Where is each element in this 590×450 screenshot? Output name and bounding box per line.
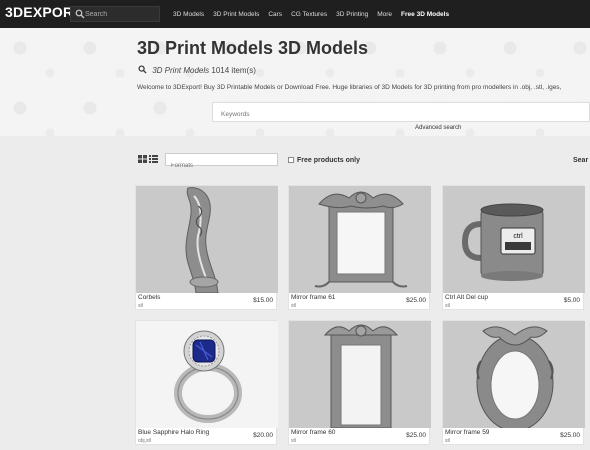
nav-3d-printing[interactable]: 3D Printing xyxy=(336,11,368,18)
free-products-checkbox[interactable] xyxy=(288,157,294,163)
hero-banner: 3D Print Models 3D Models 3D Print Model… xyxy=(0,28,590,136)
product-name[interactable]: Mirror frame 59 xyxy=(445,429,489,436)
keywords-input[interactable] xyxy=(213,105,589,124)
product-format: stl xyxy=(138,303,143,309)
product-name[interactable]: Corbels xyxy=(138,294,160,301)
item-count: 1014 item(s) xyxy=(211,66,256,75)
free-products-label: Free products only xyxy=(297,157,361,164)
search-input[interactable] xyxy=(85,8,157,20)
product-thumbnail[interactable]: ctrl xyxy=(443,186,585,293)
search-icon xyxy=(75,9,85,19)
ring-icon xyxy=(136,321,278,428)
magnifier-icon xyxy=(138,65,147,74)
nav-3d-models[interactable]: 3D Models xyxy=(173,11,204,18)
intro-text: Welcome to 3DExport! Buy 3D Printable Mo… xyxy=(137,84,562,91)
product-card[interactable]: ctrl Ctrl Alt Del cup stl $5.00 xyxy=(442,185,585,310)
nav-more[interactable]: More xyxy=(377,11,392,18)
mug-icon: ctrl xyxy=(443,186,585,293)
product-thumbnail[interactable] xyxy=(289,186,431,293)
nav-free-3d-models[interactable]: Free 3D Models xyxy=(401,11,449,18)
product-name[interactable]: Mirror frame 61 xyxy=(291,294,335,301)
product-card[interactable]: Corbels stl $15.00 xyxy=(135,185,278,310)
top-navigation-bar: 3DEXPORT 3D Models 3D Print Models Cars … xyxy=(0,0,590,28)
product-card[interactable]: Mirror frame 60 stl $25.00 xyxy=(288,320,431,445)
oval-mirror-icon xyxy=(443,321,585,428)
product-name[interactable]: Mirror frame 60 xyxy=(291,429,335,436)
breadcrumb: 3D Print Models 1014 item(s) xyxy=(138,65,256,75)
mirror-frame-icon xyxy=(289,321,431,428)
keywords-box[interactable] xyxy=(212,102,590,124)
product-name[interactable]: Ctrl Alt Del cup xyxy=(445,294,488,301)
product-format: stl xyxy=(445,303,450,309)
product-format: stl xyxy=(291,438,296,444)
list-view-icon[interactable] xyxy=(149,155,158,163)
mirror-frame-icon xyxy=(289,186,431,293)
product-price: $25.00 xyxy=(406,432,426,439)
product-price: $25.00 xyxy=(560,432,580,439)
product-format: stl xyxy=(291,303,296,309)
nav-cars[interactable]: Cars xyxy=(268,11,282,18)
formats-input[interactable] xyxy=(166,160,277,172)
product-thumbnail[interactable] xyxy=(136,186,278,293)
free-products-toggle[interactable]: Free products only xyxy=(288,157,360,164)
main-nav: 3D Models 3D Print Models Cars CG Textur… xyxy=(173,0,458,28)
product-card[interactable]: Blue Sapphire Halo Ring obj,stl $20.00 xyxy=(135,320,278,445)
product-price: $25.00 xyxy=(406,297,426,304)
search-box[interactable] xyxy=(70,6,160,22)
product-thumbnail[interactable] xyxy=(443,321,585,428)
grid-view-icon[interactable] xyxy=(138,155,147,163)
nav-cg-textures[interactable]: CG Textures xyxy=(291,11,327,18)
product-price: $20.00 xyxy=(253,432,273,439)
mug-text: ctrl xyxy=(513,233,523,240)
product-card[interactable]: Mirror frame 59 stl $25.00 xyxy=(442,320,585,445)
product-card[interactable]: Mirror frame 61 stl $25.00 xyxy=(288,185,431,310)
advanced-search-link[interactable]: Advanced search xyxy=(415,125,461,131)
product-thumbnail[interactable] xyxy=(136,321,278,428)
product-price: $5.00 xyxy=(563,297,580,304)
product-format: stl xyxy=(445,438,450,444)
product-price: $15.00 xyxy=(253,297,273,304)
nav-3d-print-models[interactable]: 3D Print Models xyxy=(213,11,259,18)
page-title: 3D Print Models 3D Models xyxy=(137,38,369,58)
breadcrumb-category[interactable]: 3D Print Models xyxy=(152,66,209,75)
corbel-icon xyxy=(136,186,278,293)
product-name[interactable]: Blue Sapphire Halo Ring xyxy=(138,429,209,436)
formats-filter[interactable] xyxy=(165,153,278,172)
product-thumbnail[interactable] xyxy=(289,321,431,428)
product-format: obj,stl xyxy=(138,438,152,444)
sort-control[interactable]: Sear xyxy=(573,157,588,164)
